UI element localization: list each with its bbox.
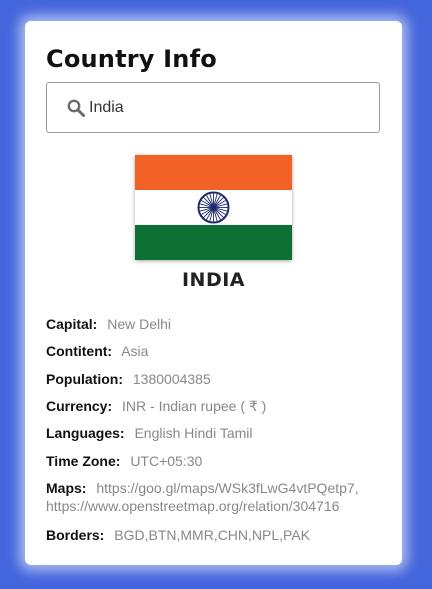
country-name: INDIA (181, 269, 246, 291)
country-info-card: Country Info INDIA Capital: New Delhi (25, 21, 402, 565)
currency-value: INR - Indian rupee ( ₹ ) (122, 398, 267, 414)
detail-maps: Maps: https://goo.gl/maps/WSk3fLwG4vtPQe… (46, 479, 386, 515)
search-box[interactable] (46, 82, 380, 133)
detail-continent: Contitent: Asia (46, 342, 386, 360)
search-input[interactable] (89, 95, 359, 121)
maps-osm-link[interactable]: https://www.openstreetmap.org/relation/3… (46, 498, 339, 514)
maps-label: Maps: (46, 480, 87, 496)
detail-languages: Languages: English Hindi Tamil (46, 424, 386, 442)
continent-label: Contitent: (46, 343, 113, 359)
timezone-value: UTC+05:30 (130, 453, 203, 469)
capital-value: New Delhi (107, 316, 172, 332)
population-label: Population: (46, 371, 123, 387)
page-title: Country Info (46, 45, 217, 73)
capital-label: Capital: (46, 316, 98, 332)
population-value: 1380004385 (132, 371, 211, 387)
flag-band-bottom (135, 225, 292, 260)
country-flag (135, 155, 292, 260)
languages-label: Languages: (46, 425, 125, 441)
detail-population: Population: 1380004385 (46, 370, 386, 388)
ashoka-chakra (197, 191, 230, 224)
detail-capital: Capital: New Delhi (46, 315, 386, 333)
detail-borders: Borders: BGD,BTN,MMR,CHN,NPL,PAK (46, 526, 386, 544)
borders-value: BGD,BTN,MMR,CHN,NPL,PAK (114, 527, 311, 543)
languages-value: English Hindi Tamil (134, 425, 253, 441)
borders-label: Borders: (46, 527, 105, 543)
search-icon (67, 99, 85, 117)
currency-label: Currency: (46, 398, 113, 414)
flag-band-top (135, 155, 292, 190)
detail-timezone: Time Zone: UTC+05:30 (46, 452, 386, 470)
detail-currency: Currency: INR - Indian rupee ( ₹ ) (46, 397, 386, 415)
continent-value: Asia (121, 343, 149, 359)
maps-google-link[interactable]: https://goo.gl/maps/WSk3fLwG4vtPQetp7, (96, 480, 358, 496)
timezone-label: Time Zone: (46, 453, 121, 469)
